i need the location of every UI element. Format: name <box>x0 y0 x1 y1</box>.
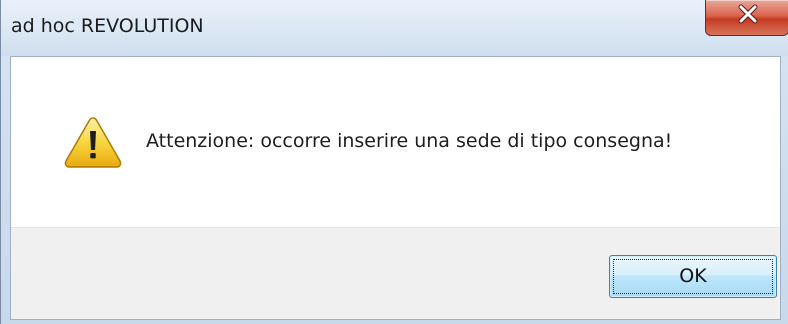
message-area: Attenzione: occorre inserire una sede di… <box>11 57 780 227</box>
button-bar: OK <box>11 227 780 319</box>
message-dialog-window: ad hoc REVOLUTION Attenzione: occorre in… <box>0 0 788 324</box>
title-bar[interactable]: ad hoc REVOLUTION <box>1 0 788 56</box>
window-title: ad hoc REVOLUTION <box>11 15 204 37</box>
dialog-message: Attenzione: occorre inserire una sede di… <box>146 130 673 152</box>
warning-icon <box>64 117 122 168</box>
ok-button-label: OK <box>679 265 707 287</box>
close-button[interactable] <box>705 0 788 36</box>
ok-button[interactable]: OK <box>609 255 777 298</box>
close-icon <box>738 4 758 24</box>
dialog-body: Attenzione: occorre inserire una sede di… <box>10 56 781 320</box>
